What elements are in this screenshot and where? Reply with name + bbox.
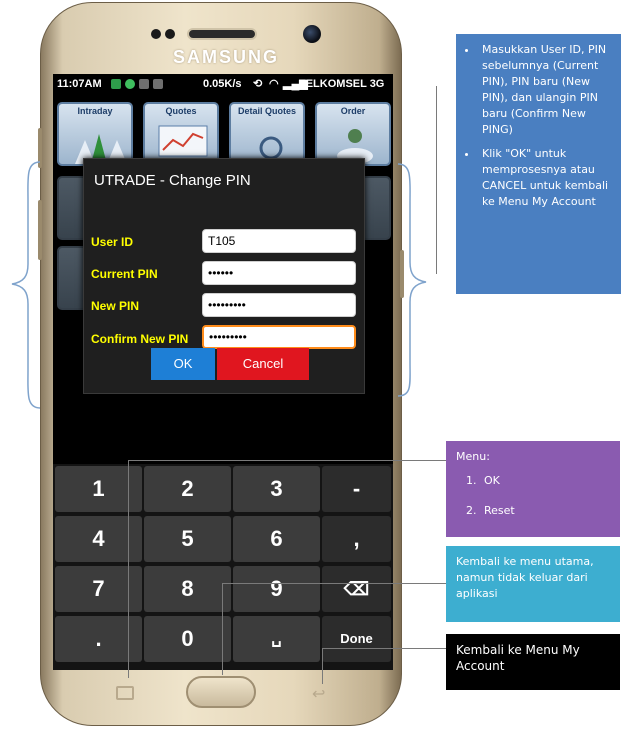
connector-line: [322, 648, 446, 649]
key-0[interactable]: 0: [144, 616, 231, 662]
menu-note: Menu: OK Reset: [446, 441, 620, 537]
numeric-keypad: 1 2 3 - 4 5 6 , 7 8 9 ⌫ . 0 ␣ Done: [53, 464, 393, 670]
tile-order[interactable]: Order: [315, 102, 391, 166]
home-button[interactable]: [186, 676, 256, 708]
key-space[interactable]: ␣: [233, 616, 320, 662]
key-8[interactable]: 8: [144, 566, 231, 612]
left-bracket: [11, 161, 41, 409]
status-time: 11:07AM: [57, 78, 102, 90]
key-comma[interactable]: ,: [322, 516, 391, 562]
message-icon: [139, 79, 149, 89]
confirm-new-pin-label: Confirm New PIN: [91, 332, 189, 346]
user-id-label: User ID: [91, 235, 134, 249]
cancel-button[interactable]: Cancel: [217, 348, 309, 380]
home-note: Kembali ke menu utama, namun tidak kelua…: [446, 546, 620, 622]
key-2[interactable]: 2: [144, 466, 231, 512]
current-pin-label: Current PIN: [91, 267, 158, 281]
menu-note-item: OK: [480, 473, 610, 489]
arrow-up-icon: [75, 134, 127, 164]
key-9[interactable]: 9: [233, 566, 320, 612]
new-pin-field[interactable]: •••••••••: [202, 293, 356, 317]
person-icon: [337, 129, 373, 164]
earpiece-speaker: [187, 28, 257, 40]
magnifier-icon: [259, 136, 283, 160]
connector-line: [222, 583, 223, 675]
dialog-title: UTRADE - Change PIN: [94, 172, 251, 189]
instruction-note: Masukkan User ID, PIN sebelumnya (Curren…: [456, 34, 621, 294]
menu-note-item: Reset: [480, 503, 610, 519]
brand-logo: SAMSUNG: [172, 47, 279, 67]
carrier-label: TELKOMSEL 3G: [299, 78, 385, 90]
key-6[interactable]: 6: [233, 516, 320, 562]
current-pin-field[interactable]: ••••••: [202, 261, 356, 285]
image-icon: [153, 79, 163, 89]
key-5[interactable]: 5: [144, 516, 231, 562]
back-icon[interactable]: ↩: [312, 684, 325, 704]
connector-line: [128, 460, 446, 461]
confirm-new-pin-field[interactable]: •••••••••: [202, 325, 356, 349]
tile-intraday[interactable]: Intraday: [57, 102, 133, 166]
tile-detail-quotes[interactable]: Detail Quotes: [229, 102, 305, 166]
backspace-key[interactable]: ⌫: [322, 566, 391, 612]
chart-icon: [158, 125, 208, 157]
wifi-icon: ◠: [269, 78, 279, 90]
sensor-icon: [151, 29, 161, 39]
new-pin-label: New PIN: [91, 299, 140, 313]
right-bracket: [397, 163, 427, 397]
sync-off-icon: ⟲: [253, 78, 263, 90]
network-speed: 0.05K/s: [203, 78, 242, 90]
menu-note-title: Menu:: [456, 450, 490, 463]
connector-line: [322, 648, 323, 684]
sensor-icon: [165, 29, 175, 39]
phone-screen: 11:07AM 0.05K/s ⟲ ◠ ▂▄▆ TELKOMSEL 3G Int…: [53, 74, 393, 670]
whatsapp-icon: [125, 79, 135, 89]
ok-button[interactable]: OK: [151, 348, 215, 380]
app-notification-icon: [111, 79, 121, 89]
connector-line: [128, 460, 129, 678]
front-camera-icon: [303, 25, 321, 43]
key-minus[interactable]: -: [322, 466, 391, 512]
tile-quotes[interactable]: Quotes: [143, 102, 219, 166]
done-key[interactable]: Done: [322, 616, 391, 662]
user-id-field[interactable]: T105: [202, 229, 356, 253]
key-3[interactable]: 3: [233, 466, 320, 512]
recent-apps-icon[interactable]: [116, 686, 134, 700]
connector-line: [222, 583, 446, 584]
status-bar: 11:07AM 0.05K/s ⟲ ◠ ▂▄▆ TELKOMSEL 3G: [53, 74, 393, 96]
back-note: Kembali ke Menu My Account: [446, 634, 620, 690]
instruction-item: Masukkan User ID, PIN sebelumnya (Curren…: [478, 42, 615, 138]
instruction-item: Klik "OK" untuk memprosesnya atau CANCEL…: [478, 146, 615, 210]
connector-line: [436, 86, 437, 274]
